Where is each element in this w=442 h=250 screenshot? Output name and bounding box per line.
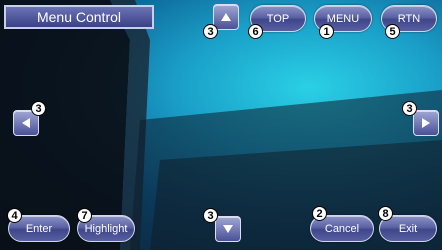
arrow-down-icon [223, 225, 233, 233]
callout-badge-highlight: 7 [77, 208, 92, 223]
right-button[interactable] [413, 110, 439, 136]
callout-badge-enter: 4 [7, 208, 22, 223]
arrow-up-icon [221, 13, 231, 21]
arrow-right-icon [422, 118, 430, 128]
callout-badge-cancel: 2 [312, 206, 327, 221]
callout-badge-rtn: 5 [385, 24, 400, 39]
callout-badge-down: 3 [203, 208, 218, 223]
up-button[interactable] [213, 4, 239, 30]
callout-badge-exit: 8 [378, 206, 393, 221]
arrow-left-icon [22, 118, 30, 128]
down-button[interactable] [215, 216, 241, 242]
callout-badge-right: 3 [402, 101, 417, 116]
callout-badge-up: 3 [203, 24, 218, 39]
callout-badge-menu: 1 [319, 24, 334, 39]
page-title: Menu Control [4, 5, 154, 29]
callout-badge-top: 6 [248, 24, 263, 39]
callout-badge-left: 3 [31, 101, 46, 116]
menu-control-screen: Menu Control 3 TOP 6 MENU 1 RTN 5 3 3 En… [0, 0, 442, 250]
video-background [0, 0, 442, 250]
